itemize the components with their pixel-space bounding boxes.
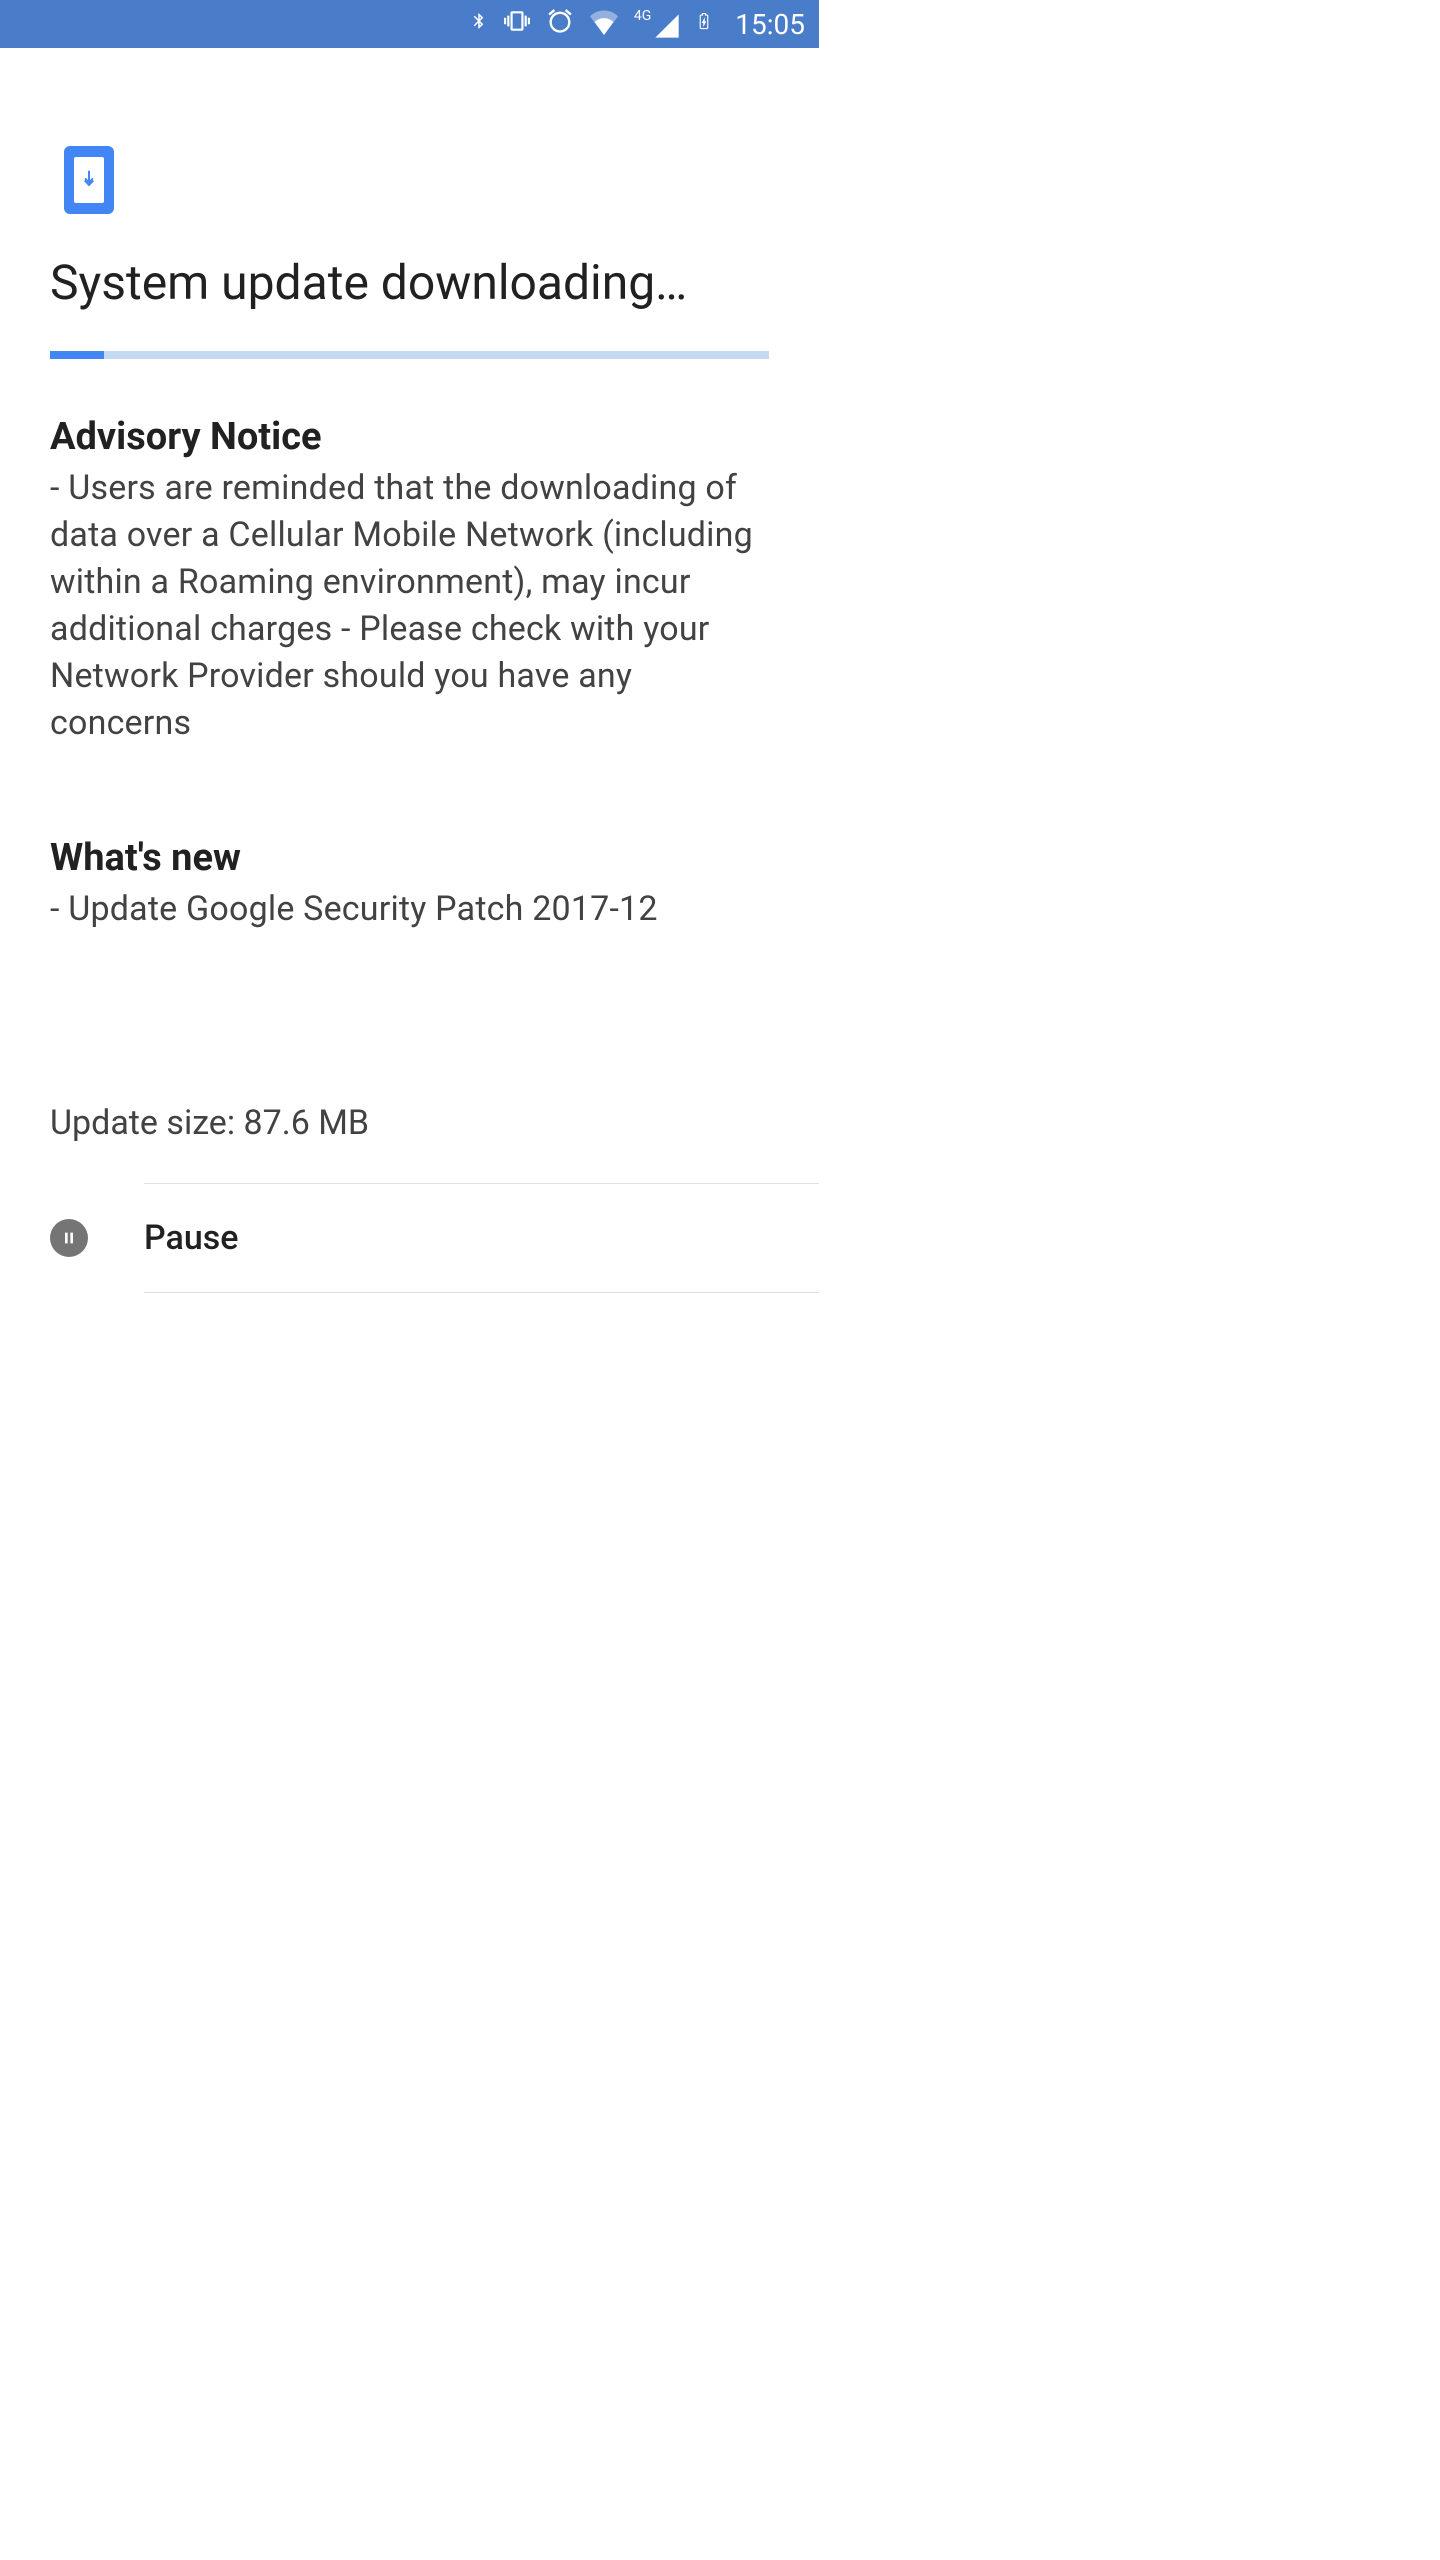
vibrate-icon: [502, 8, 532, 41]
advisory-body: - Users are reminded that the downloadin…: [50, 465, 769, 746]
bluetooth-icon: [470, 6, 488, 43]
page-title: System update downloading…: [50, 254, 769, 311]
pause-button[interactable]: Pause: [144, 1183, 819, 1293]
cellular-label: 4G: [634, 8, 651, 24]
download-progress-bar: [50, 351, 769, 359]
download-progress-fill: [50, 351, 104, 359]
whats-new-heading: What's new: [50, 836, 769, 880]
download-device-icon: [64, 146, 114, 214]
battery-charging-icon: [695, 6, 713, 43]
wifi-icon: [588, 7, 620, 42]
alarm-icon: [546, 7, 574, 42]
whats-new-body: - Update Google Security Patch 2017-12: [50, 886, 769, 933]
status-time: 15:05: [735, 8, 805, 41]
advisory-heading: Advisory Notice: [50, 415, 769, 459]
update-size: Update size: 87.6 MB: [50, 1103, 769, 1143]
pause-icon: [50, 1219, 88, 1257]
status-bar[interactable]: 4G 15:05: [0, 0, 819, 48]
pause-label: Pause: [144, 1218, 238, 1258]
main-content: System update downloading… Advisory Noti…: [0, 48, 819, 1293]
cellular-signal-icon: 4G: [634, 8, 681, 40]
